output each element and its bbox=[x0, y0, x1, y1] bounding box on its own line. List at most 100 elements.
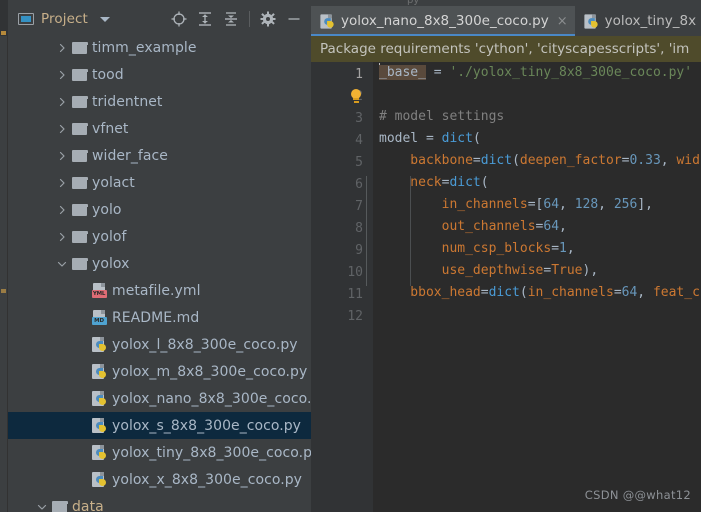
tree-row-label: yolox bbox=[92, 255, 130, 272]
chevron-right-icon[interactable] bbox=[54, 88, 70, 115]
tree-row[interactable]: yolox_x_8x8_300e_coco.py bbox=[8, 466, 311, 493]
tree-row[interactable]: vfnet bbox=[8, 115, 311, 142]
line-number: 10 bbox=[347, 265, 363, 280]
gear-icon[interactable] bbox=[255, 7, 281, 31]
tree-row-label: data bbox=[72, 498, 104, 512]
chevron-down-icon[interactable] bbox=[54, 250, 70, 277]
chevron-right-icon[interactable] bbox=[54, 223, 70, 250]
minimize-icon[interactable] bbox=[281, 7, 307, 31]
tree-row-icon bbox=[90, 418, 108, 433]
line-number: 3 bbox=[355, 111, 363, 126]
code-line[interactable]: use_depthwise=True), bbox=[373, 260, 701, 282]
collapse-all-icon[interactable] bbox=[218, 7, 244, 31]
tree-row-icon bbox=[70, 176, 88, 189]
tree-row-label: wider_face bbox=[92, 147, 168, 164]
code-token: bbox_head bbox=[379, 285, 481, 300]
tree-row-label: yolox_m_8x8_300e_coco.py bbox=[112, 363, 308, 380]
code-line[interactable]: model = dict( bbox=[373, 128, 701, 150]
tree-row[interactable]: tood bbox=[8, 61, 311, 88]
code-line[interactable]: backbone=dict(deepen_factor=0.33, wid bbox=[373, 150, 701, 172]
tree-row[interactable]: timm_example bbox=[8, 34, 311, 61]
folder-icon bbox=[71, 203, 88, 216]
tree-row-icon bbox=[70, 41, 88, 54]
chevron-right-icon[interactable] bbox=[54, 34, 70, 61]
lightbulb-icon[interactable] bbox=[349, 88, 363, 104]
code-text[interactable]: _base_ = './yolox_tiny_8x8_300e_coco.py'… bbox=[373, 62, 701, 512]
tree-row[interactable]: yolo bbox=[8, 196, 311, 223]
code-line[interactable]: in_channels=[64, 128, 256], bbox=[373, 194, 701, 216]
code-token: dict bbox=[480, 153, 513, 168]
code-token: deepen_factor bbox=[519, 153, 622, 168]
tree-row[interactable]: YML metafile.yml bbox=[8, 277, 311, 304]
project-panel-toolbar bbox=[166, 6, 307, 32]
code-line[interactable] bbox=[373, 304, 701, 326]
code-line[interactable]: # model settings bbox=[373, 106, 701, 128]
tree-row-icon bbox=[90, 337, 108, 352]
tree-row[interactable]: data bbox=[8, 493, 311, 512]
editor-tab[interactable]: yolox_nano_8x8_300e_coco.py × bbox=[311, 6, 575, 36]
code-token: use_depthwise bbox=[379, 263, 544, 278]
code-token: = bbox=[551, 241, 560, 256]
tree-no-toggle bbox=[74, 277, 90, 304]
toolbar-separator bbox=[249, 11, 250, 27]
expand-all-icon[interactable] bbox=[192, 7, 218, 31]
code-line[interactable]: _base_ = './yolox_tiny_8x8_300e_coco.py' bbox=[373, 62, 701, 84]
python-file-icon bbox=[91, 418, 107, 433]
chevron-down-icon[interactable] bbox=[99, 16, 110, 22]
code-token: model bbox=[379, 131, 426, 146]
watermark-text: CSDN @@what12 bbox=[584, 488, 691, 502]
chevron-right-icon[interactable] bbox=[54, 196, 70, 223]
code-token: ( bbox=[512, 153, 520, 168]
locate-target-icon[interactable] bbox=[166, 7, 192, 31]
tree-row[interactable]: yolox_m_8x8_300e_coco.py bbox=[8, 358, 311, 385]
chevron-right-icon[interactable] bbox=[54, 115, 70, 142]
code-token: ( bbox=[519, 285, 528, 300]
tree-row-icon: MD bbox=[90, 310, 108, 325]
tree-row-label: metafile.yml bbox=[112, 282, 201, 299]
folder-icon bbox=[71, 122, 88, 135]
folder-icon bbox=[71, 95, 88, 108]
chevron-right-icon[interactable] bbox=[54, 142, 70, 169]
inspection-notification-bar[interactable]: Package requirements 'cython', 'cityscap… bbox=[311, 36, 701, 62]
tree-row-label: yolox_tiny_8x8_300e_coco.py bbox=[112, 444, 311, 461]
chevron-right-icon[interactable] bbox=[54, 61, 70, 88]
chevron-right-icon[interactable] bbox=[54, 169, 70, 196]
tree-row[interactable]: yolox_nano_8x8_300e_coco.py bbox=[8, 385, 311, 412]
tree-row[interactable]: yolox_l_8x8_300e_coco.py bbox=[8, 331, 311, 358]
tree-row-icon bbox=[90, 445, 108, 460]
chevron-down-icon[interactable] bbox=[34, 493, 50, 512]
code-token: , bbox=[566, 241, 575, 256]
tree-row[interactable]: yolact bbox=[8, 169, 311, 196]
tree-row-icon bbox=[70, 257, 88, 270]
code-editor[interactable]: 123456789101112 _base_ = './yolox_tiny_8… bbox=[311, 62, 701, 512]
project-file-tree[interactable]: timm_exampletood tridentnet vfnet wider_fac… bbox=[8, 34, 311, 512]
editor-gutter[interactable]: 123456789101112 bbox=[311, 62, 373, 512]
code-line[interactable]: out_channels=64, bbox=[373, 216, 701, 238]
editor-tab-label: yolox_nano_8x8_300e_coco.py bbox=[341, 13, 549, 29]
tree-row[interactable]: tridentnet bbox=[8, 88, 311, 115]
code-token: , bbox=[559, 219, 567, 234]
code-line[interactable]: bbox_head=dict(in_channels=64, feat_c bbox=[373, 282, 701, 304]
tree-row[interactable]: wider_face bbox=[8, 142, 311, 169]
code-line[interactable]: neck=dict( bbox=[373, 172, 701, 194]
code-line[interactable] bbox=[373, 84, 701, 106]
folder-icon bbox=[51, 500, 68, 512]
tree-row[interactable]: yolox bbox=[8, 250, 311, 277]
code-line[interactable]: num_csp_blocks=1, bbox=[373, 238, 701, 260]
tree-row-label: timm_example bbox=[92, 39, 197, 56]
tree-no-toggle bbox=[74, 304, 90, 331]
code-token: = bbox=[472, 153, 481, 168]
editor-tab-label: yolox_tiny_8x bbox=[604, 13, 697, 29]
tree-row[interactable]: MD README.md bbox=[8, 304, 311, 331]
tree-no-toggle bbox=[74, 466, 90, 493]
tree-row[interactable]: yolox_tiny_8x8_300e_coco.py bbox=[8, 439, 311, 466]
code-token: ( bbox=[480, 175, 489, 190]
tree-row[interactable]: yolof bbox=[8, 223, 311, 250]
code-token: 256 bbox=[613, 197, 638, 212]
editor-tab[interactable]: yolox_tiny_8x bbox=[575, 6, 701, 36]
indent-guide bbox=[410, 176, 411, 286]
close-icon[interactable]: × bbox=[557, 15, 568, 28]
tree-row[interactable]: yolox_s_8x8_300e_coco.py bbox=[8, 412, 311, 439]
tree-row-label: README.md bbox=[112, 309, 200, 326]
tree-row-icon: YML bbox=[90, 283, 108, 298]
